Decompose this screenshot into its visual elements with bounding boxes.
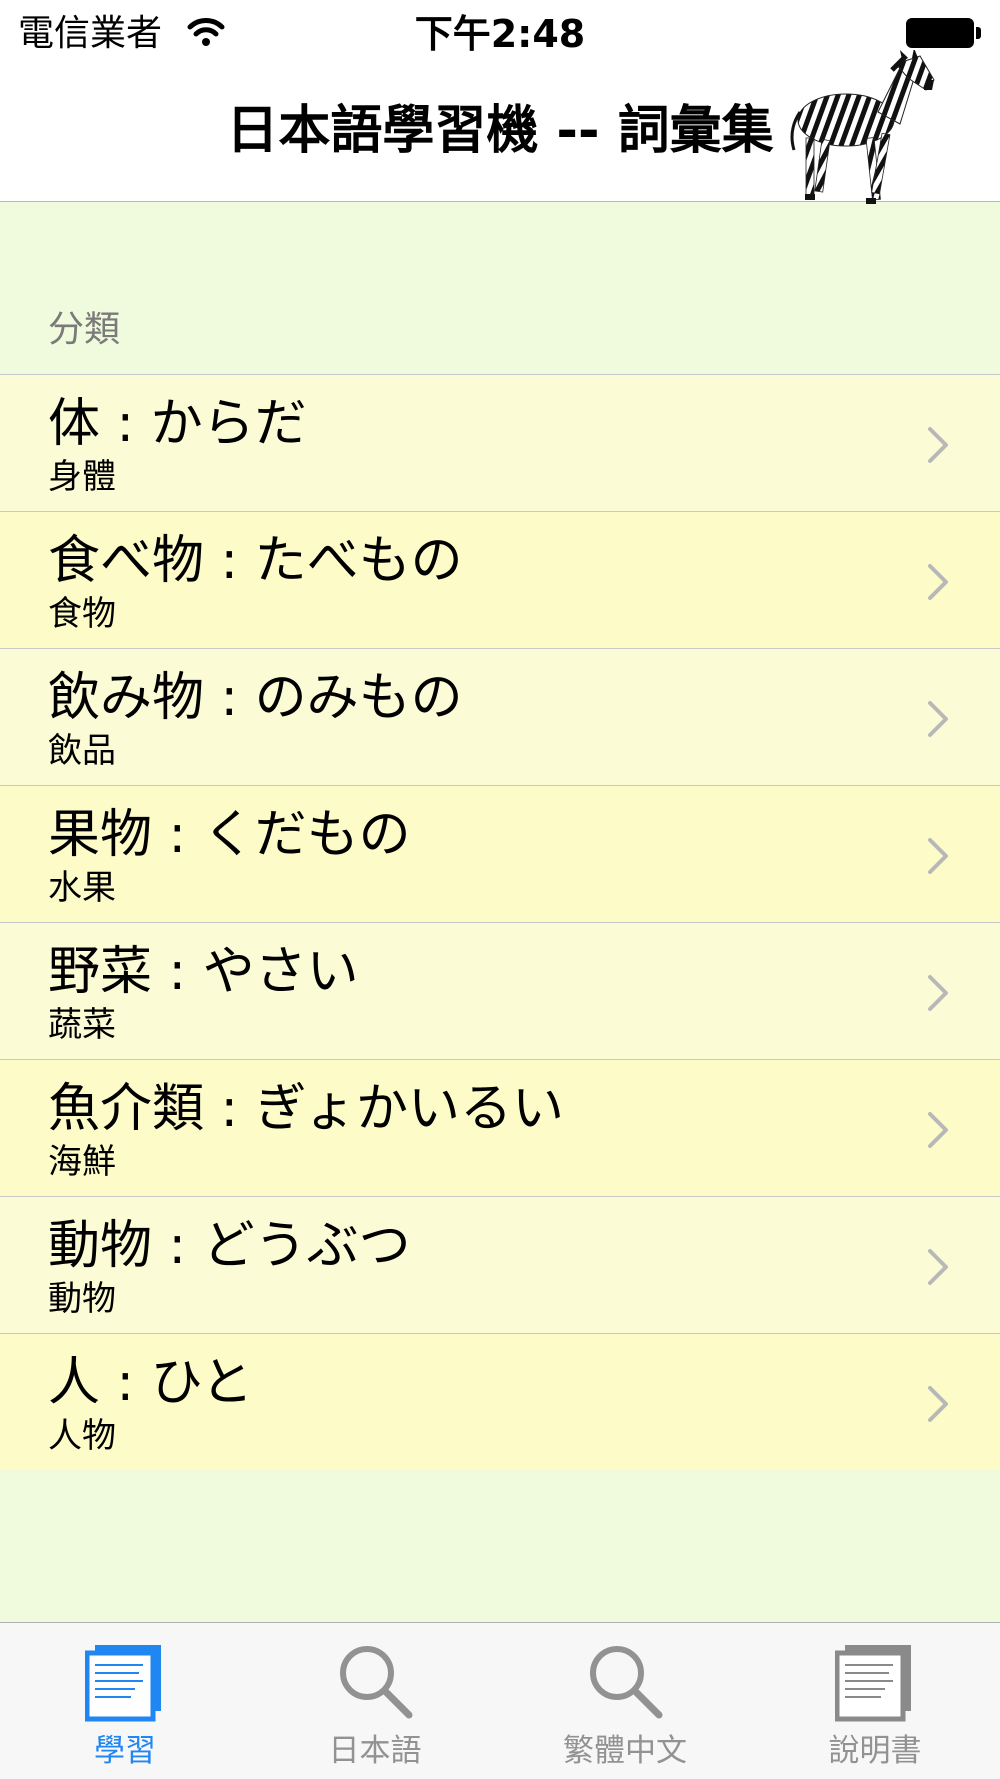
tab-study[interactable]: 學習 [0,1623,250,1779]
study-card-icon [85,1645,161,1722]
tab-bar: 學習 日本語 繁體中文 說明書 [0,1622,1000,1779]
tab-label: 說明書 [828,1733,922,1769]
category-row[interactable]: 野菜 : やさい 蔬菜 [0,923,1000,1060]
search-icon [340,1646,413,1719]
category-row[interactable]: 魚介類 : ぎょかいるい 海鮮 [0,1060,1000,1197]
category-subtitle: 身體 [48,457,116,497]
category-row[interactable]: 人 : ひと 人物 [0,1334,1000,1470]
tab-traditional-chinese[interactable]: 繁體中文 [500,1623,750,1779]
chevron-right-icon [928,975,948,1011]
category-title: 動物 : どうぶつ [48,1216,411,1276]
category-subtitle: 人物 [48,1416,116,1456]
section-header: 分類 [48,309,121,350]
chevron-right-icon [928,1112,948,1148]
category-row[interactable]: 飲み物 : のみもの 飲品 [0,649,1000,786]
category-title: 野菜 : やさい [48,942,359,1002]
category-row[interactable]: 動物 : どうぶつ 動物 [0,1197,1000,1334]
category-title: 人 : ひと [48,1353,254,1413]
chevron-right-icon [928,838,948,874]
battery-tip [976,27,981,39]
manual-icon [835,1645,911,1722]
category-subtitle: 動物 [48,1279,116,1319]
category-row[interactable]: 食べ物 : たべもの 食物 [0,512,1000,649]
category-subtitle: 水果 [48,868,116,908]
battery-icon [906,18,974,48]
tab-label: 日本語 [328,1733,422,1769]
category-row[interactable]: 果物 : くだもの 水果 [0,786,1000,923]
tab-japanese[interactable]: 日本語 [250,1623,500,1779]
category-title: 体 : からだ [48,394,307,454]
chevron-right-icon [928,1249,948,1285]
chevron-right-icon [928,427,948,463]
chevron-right-icon [928,701,948,737]
chevron-right-icon [928,564,948,600]
category-title: 飲み物 : のみもの [48,668,463,728]
category-title: 食べ物 : たべもの [48,531,463,591]
category-list: 体 : からだ 身體 食べ物 : たべもの 食物 飲み物 : のみもの 飲品 果物 : くだ… [0,374,1000,1470]
tab-label: 繁體中文 [563,1733,687,1769]
category-row[interactable]: 体 : からだ 身體 [0,375,1000,512]
category-subtitle: 食物 [48,594,116,634]
category-subtitle: 海鮮 [48,1142,116,1182]
category-title: 魚介類 : ぎょかいるい [48,1079,564,1139]
category-subtitle: 蔬菜 [48,1005,116,1045]
chevron-right-icon [928,1386,948,1422]
tab-label: 學習 [94,1733,156,1769]
category-subtitle: 飲品 [48,731,116,771]
zebra-image [790,50,935,204]
category-title: 果物 : くだもの [48,805,411,865]
tab-manual[interactable]: 說明書 [750,1623,1000,1779]
search-icon [590,1646,663,1719]
